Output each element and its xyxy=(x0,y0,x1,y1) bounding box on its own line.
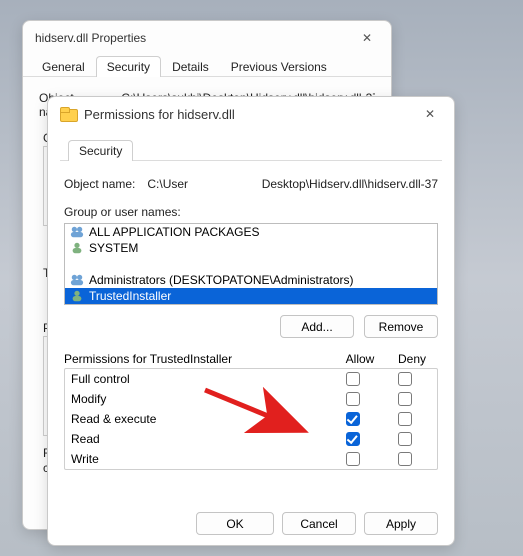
group-icon xyxy=(69,225,85,239)
permissions-header: Permissions for TrustedInstaller Allow D… xyxy=(64,352,438,366)
deny-col-label: Deny xyxy=(386,352,438,366)
object-path-right: Desktop\Hidserv.dll\hidserv.dll-37 xyxy=(262,177,438,191)
add-button[interactable]: Add... xyxy=(280,315,354,338)
tabs: General Security Details Previous Versio… xyxy=(23,55,391,77)
deny-checkbox[interactable] xyxy=(398,412,412,426)
list-item xyxy=(65,256,437,272)
remove-button[interactable]: Remove xyxy=(364,315,438,338)
tab-security[interactable]: Security xyxy=(96,56,161,77)
list-item[interactable]: Administrators (DESKTOPATONE\Administrat… xyxy=(65,272,437,288)
close-icon[interactable]: ✕ xyxy=(351,26,383,50)
table-row: Full control xyxy=(65,369,437,389)
deny-checkbox[interactable] xyxy=(398,432,412,446)
deny-checkbox[interactable] xyxy=(398,392,412,406)
tab-security[interactable]: Security xyxy=(68,140,133,161)
allow-checkbox[interactable] xyxy=(346,392,360,406)
table-row: Modify xyxy=(65,389,437,409)
allow-checkbox[interactable] xyxy=(346,432,360,446)
group-icon xyxy=(69,273,85,287)
object-name-label: Object name: xyxy=(64,177,135,191)
ok-button[interactable]: OK xyxy=(196,512,274,535)
allow-checkbox[interactable] xyxy=(346,412,360,426)
apply-button[interactable]: Apply xyxy=(364,512,438,535)
allow-checkbox[interactable] xyxy=(346,452,360,466)
tab-general[interactable]: General xyxy=(31,56,96,77)
table-row: Write xyxy=(65,449,437,469)
table-row: Read & execute xyxy=(65,409,437,429)
permission-label: Full control xyxy=(71,372,327,386)
permissions-window: Permissions for hidserv.dll ✕ Security O… xyxy=(47,96,455,546)
deny-checkbox[interactable] xyxy=(398,372,412,386)
permission-label: Write xyxy=(71,452,327,466)
tab-previous-versions[interactable]: Previous Versions xyxy=(220,56,338,77)
permission-label: Read & execute xyxy=(71,412,327,426)
principal-label: TrustedInstaller xyxy=(89,289,171,303)
list-item[interactable]: ALL APPLICATION PACKAGES xyxy=(65,224,437,240)
object-name-row: Object name: C:\User Desktop\Hidserv.dll… xyxy=(64,165,438,191)
window-title: Permissions for hidserv.dll xyxy=(84,107,235,122)
allow-col-label: Allow xyxy=(334,352,386,366)
close-icon[interactable]: ✕ xyxy=(414,102,446,126)
list-item[interactable]: SYSTEM xyxy=(65,240,437,256)
group-section-label: Group or user names: xyxy=(64,205,438,219)
cancel-button[interactable]: Cancel xyxy=(282,512,356,535)
titlebar[interactable]: Permissions for hidserv.dll ✕ xyxy=(48,97,454,131)
principal-label: ALL APPLICATION PACKAGES xyxy=(89,225,260,239)
tabs: Security xyxy=(60,139,442,161)
deny-checkbox[interactable] xyxy=(398,452,412,466)
list-item[interactable]: TrustedInstaller xyxy=(65,288,437,304)
tab-details[interactable]: Details xyxy=(161,56,220,77)
user-icon xyxy=(69,241,85,255)
user-icon xyxy=(69,289,85,303)
permissions-table: Full control Modify Read & execute Read Writ… xyxy=(64,368,438,470)
allow-checkbox[interactable] xyxy=(346,372,360,386)
principal-label: SYSTEM xyxy=(89,241,138,255)
permissions-for-label: Permissions for TrustedInstaller xyxy=(64,352,334,366)
table-row: Read xyxy=(65,429,437,449)
principal-label: Administrators (DESKTOPATONE\Administrat… xyxy=(89,273,354,287)
permission-label: Read xyxy=(71,432,327,446)
window-title: hidserv.dll Properties xyxy=(35,31,146,45)
object-path-left: C:\User xyxy=(147,177,188,191)
folder-icon xyxy=(60,107,76,121)
principals-listbox[interactable]: ALL APPLICATION PACKAGES SYSTEM Administra… xyxy=(64,223,438,305)
titlebar[interactable]: hidserv.dll Properties ✕ xyxy=(23,21,391,55)
permission-label: Modify xyxy=(71,392,327,406)
